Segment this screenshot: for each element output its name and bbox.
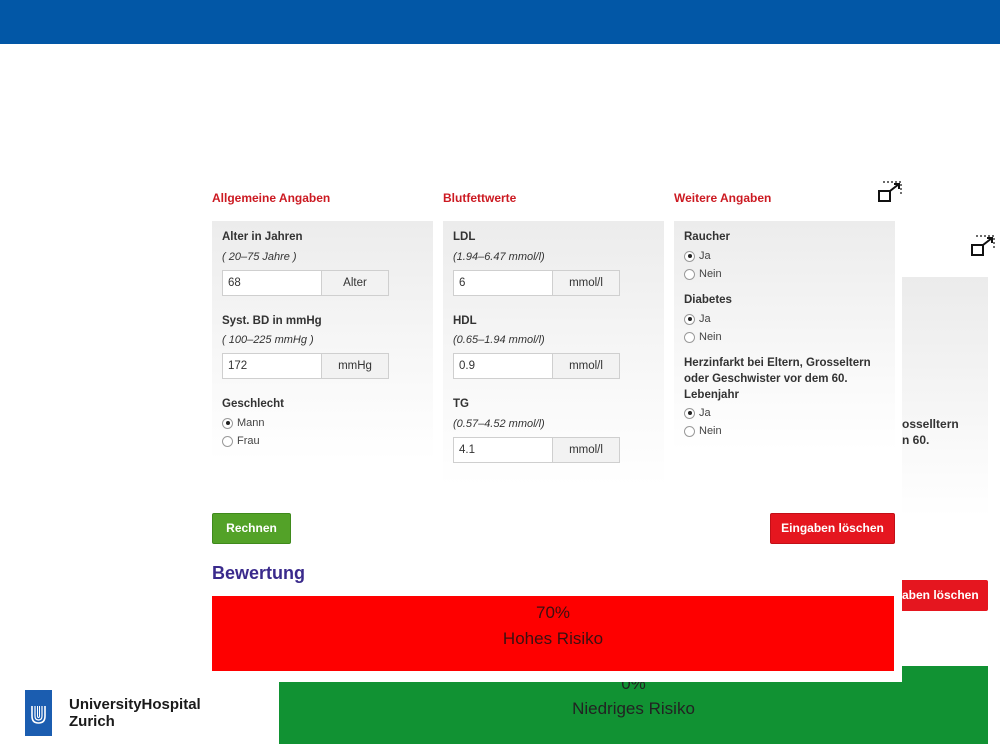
ldl-hint: (1.94–6.47 mmol/l) (453, 251, 545, 263)
background-window-panel (900, 277, 988, 517)
radio-selected-icon (684, 313, 695, 325)
family-radio-yes[interactable]: Ja (684, 406, 711, 420)
tg-input-group: 4.1 mmol/l (453, 437, 620, 463)
ldl-input-group: 6 mmol/l (453, 270, 620, 296)
hdl-input-group: 0.9 mmol/l (453, 353, 620, 379)
smoker-radio-yes[interactable]: Ja (684, 249, 711, 263)
result-label: Hohes Risiko (502, 629, 604, 648)
hdl-label: HDL (453, 315, 477, 327)
background-clear-button[interactable]: aben löschen (900, 580, 988, 611)
radio-selected-icon (684, 407, 695, 419)
tg-hint: (0.57–4.52 mmol/l) (453, 418, 545, 430)
radio-label: Mann (237, 417, 265, 429)
calculate-button[interactable]: Rechnen (212, 513, 291, 544)
ldl-unit: mmol/l (553, 270, 620, 296)
result-heading: Bewertung (212, 563, 306, 583)
hdl-input[interactable]: 0.9 (453, 353, 553, 379)
section-title-general: Allgemeine Angaben (212, 191, 331, 205)
hdl-unit: mmol/l (553, 353, 620, 379)
family-radio-no[interactable]: Nein (684, 424, 722, 438)
top-banner (0, 0, 1000, 44)
radio-unselected-icon (684, 331, 695, 343)
radio-selected-icon (222, 417, 233, 429)
sex-radio-male[interactable]: Mann (222, 416, 265, 430)
radio-unselected-icon (222, 435, 233, 447)
section-title-further: Weitere Angaben (674, 191, 772, 205)
age-label: Alter in Jahren (222, 231, 303, 243)
radio-label: Nein (699, 331, 722, 343)
tg-input[interactable]: 4.1 (453, 437, 553, 463)
result-percent: 70% (535, 603, 571, 622)
family-history-label: Herzinfarkt bei Eltern, Grosseltern oder… (684, 357, 871, 401)
sex-label: Geschlecht (222, 398, 284, 410)
age-hint: ( 20–75 Jahre ) (222, 251, 297, 263)
radio-label: Ja (699, 250, 711, 262)
tg-unit: mmol/l (553, 437, 620, 463)
university-hospital-logo-icon (25, 690, 52, 736)
ldl-input[interactable]: 6 (453, 270, 553, 296)
expand-window-icon[interactable] (970, 234, 996, 258)
background-result-label: Niedriges Risiko (572, 699, 695, 718)
background-window-text: osselltern n 60. (902, 416, 959, 448)
bp-unit: mmHg (322, 353, 389, 379)
radio-label: Frau (237, 435, 260, 447)
result-box: 70% Hohes Risiko (212, 596, 894, 671)
smoker-label: Raucher (684, 231, 731, 243)
expand-window-icon[interactable] (877, 180, 903, 204)
logo-text-line: Zurich (69, 713, 115, 730)
university-hospital-logo: UniversityHospital Zurich (25, 690, 201, 736)
logo-emblem-icon (31, 706, 46, 724)
age-unit: Alter (322, 270, 389, 296)
logo-text: UniversityHospital Zurich (69, 696, 201, 730)
smoker-radio-no[interactable]: Nein (684, 267, 722, 281)
section-title-lipids: Blutfettwerte (443, 191, 517, 205)
clear-inputs-button[interactable]: Eingaben löschen (770, 513, 895, 544)
background-window-text-line: n 60. (902, 433, 930, 447)
logo-text-line: UniversityHospital (69, 696, 201, 713)
radio-label: Ja (699, 313, 711, 325)
background-window-text-line: osselltern (902, 417, 959, 431)
diabetes-radio-no[interactable]: Nein (684, 330, 722, 344)
age-input[interactable]: 68 (222, 270, 322, 296)
sex-radio-female[interactable]: Frau (222, 434, 260, 448)
diabetes-label: Diabetes (684, 294, 732, 306)
diabetes-radio-yes[interactable]: Ja (684, 312, 711, 326)
hdl-hint: (0.65–1.94 mmol/l) (453, 334, 545, 346)
ldl-label: LDL (453, 231, 476, 243)
bp-input[interactable]: 172 (222, 353, 322, 379)
radio-selected-icon (684, 250, 695, 262)
tg-label: TG (453, 398, 469, 410)
radio-unselected-icon (684, 268, 695, 280)
radio-label: Nein (699, 425, 722, 437)
radio-label: Nein (699, 268, 722, 280)
age-input-group: 68 Alter (222, 270, 389, 296)
radio-unselected-icon (684, 425, 695, 437)
bp-input-group: 172 mmHg (222, 353, 389, 379)
radio-label: Ja (699, 407, 711, 419)
bp-hint: ( 100–225 mmHg ) (222, 334, 314, 346)
bp-label: Syst. BD in mmHg (222, 315, 322, 327)
